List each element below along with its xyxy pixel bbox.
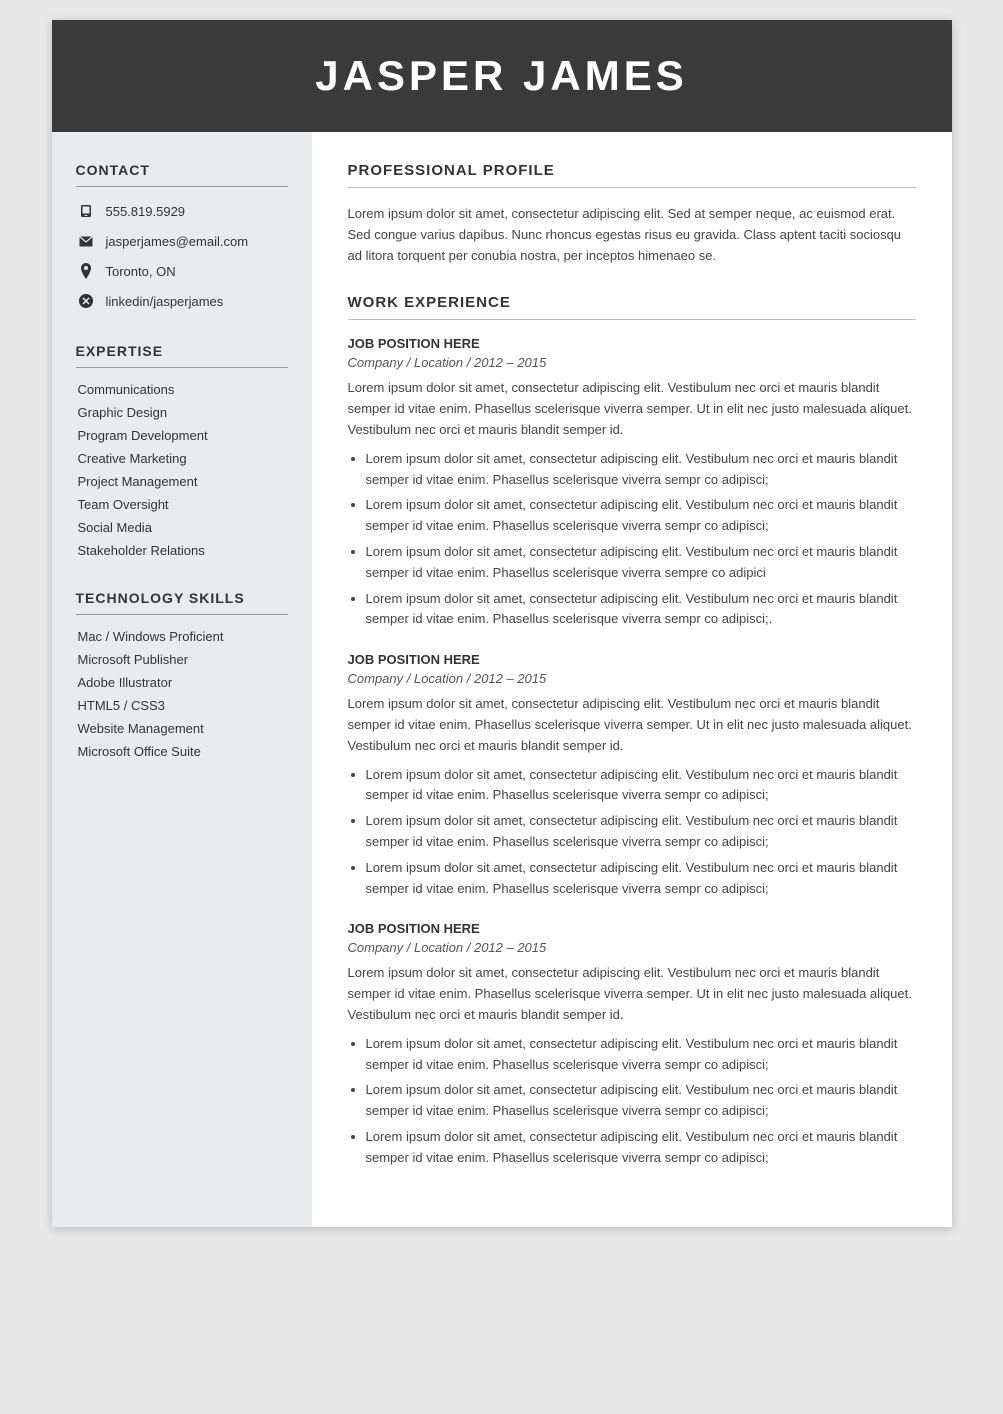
- expertise-item: Creative Marketing: [76, 451, 288, 466]
- job-block-3: JOB POSITION HERE Company / Location / 2…: [348, 921, 916, 1168]
- job-title-2: JOB POSITION HERE: [348, 652, 916, 667]
- tech-item: Microsoft Office Suite: [76, 744, 288, 759]
- job-block-1: JOB POSITION HERE Company / Location / 2…: [348, 336, 916, 630]
- contact-title: CONTACT: [76, 162, 288, 178]
- phone-text: 555.819.5929: [106, 204, 186, 219]
- bullet-item: Lorem ipsum dolor sit amet, consectetur …: [366, 811, 916, 853]
- job-block-2: JOB POSITION HERE Company / Location / 2…: [348, 652, 916, 899]
- bullet-item: Lorem ipsum dolor sit amet, consectetur …: [366, 858, 916, 900]
- phone-item: 555.819.5929: [76, 201, 288, 221]
- email-icon: [76, 231, 96, 251]
- work-experience-divider: [348, 319, 916, 320]
- bullet-item: Lorem ipsum dolor sit amet, consectetur …: [366, 1080, 916, 1122]
- expertise-item: Communications: [76, 382, 288, 397]
- email-item: jasperjames@email.com: [76, 231, 288, 251]
- expertise-item: Program Development: [76, 428, 288, 443]
- bullet-item: Lorem ipsum dolor sit amet, consectetur …: [366, 1127, 916, 1169]
- linkedin-item: linkedin/jasperjames: [76, 291, 288, 311]
- contact-divider: [76, 186, 288, 187]
- bullet-item: Lorem ipsum dolor sit amet, consectetur …: [366, 1034, 916, 1076]
- job-bullets-3: Lorem ipsum dolor sit amet, consectetur …: [348, 1034, 916, 1169]
- location-icon: [76, 261, 96, 281]
- job-desc-2: Lorem ipsum dolor sit amet, consectetur …: [348, 694, 916, 756]
- bullet-item: Lorem ipsum dolor sit amet, consectetur …: [366, 542, 916, 584]
- sidebar: CONTACT 555.819.5929: [52, 132, 312, 1227]
- job-bullets-2: Lorem ipsum dolor sit amet, consectetur …: [348, 765, 916, 900]
- tech-item: Website Management: [76, 721, 288, 736]
- bullet-item: Lorem ipsum dolor sit amet, consectetur …: [366, 765, 916, 807]
- contact-section: CONTACT 555.819.5929: [76, 162, 288, 311]
- resume-body: CONTACT 555.819.5929: [52, 132, 952, 1227]
- expertise-item: Project Management: [76, 474, 288, 489]
- location-item: Toronto, ON: [76, 261, 288, 281]
- expertise-item: Social Media: [76, 520, 288, 535]
- profile-divider: [348, 187, 916, 188]
- tech-item: Adobe Illustrator: [76, 675, 288, 690]
- candidate-name: JASPER JAMES: [72, 52, 932, 100]
- technology-title: TECHNOLOGY SKILLS: [76, 590, 288, 606]
- expertise-item: Graphic Design: [76, 405, 288, 420]
- expertise-item: Team Oversight: [76, 497, 288, 512]
- profile-title: PROFESSIONAL PROFILE: [348, 162, 916, 179]
- resume-document: JASPER JAMES CONTACT 555.819.5929: [52, 20, 952, 1227]
- job-title-3: JOB POSITION HERE: [348, 921, 916, 936]
- location-text: Toronto, ON: [106, 264, 176, 279]
- main-content: PROFESSIONAL PROFILE Lorem ipsum dolor s…: [312, 132, 952, 1227]
- job-company-3: Company / Location / 2012 – 2015: [348, 940, 916, 955]
- work-experience-section: WORK EXPERIENCE JOB POSITION HERE Compan…: [348, 294, 916, 1168]
- job-title-1: JOB POSITION HERE: [348, 336, 916, 351]
- email-text: jasperjames@email.com: [106, 234, 249, 249]
- job-desc-1: Lorem ipsum dolor sit amet, consectetur …: [348, 378, 916, 440]
- tech-item: Mac / Windows Proficient: [76, 629, 288, 644]
- tech-item: Microsoft Publisher: [76, 652, 288, 667]
- profile-text: Lorem ipsum dolor sit amet, consectetur …: [348, 204, 916, 266]
- linkedin-icon: [76, 291, 96, 311]
- technology-divider: [76, 614, 288, 615]
- bullet-item: Lorem ipsum dolor sit amet, consectetur …: [366, 449, 916, 491]
- job-desc-3: Lorem ipsum dolor sit amet, consectetur …: [348, 963, 916, 1025]
- job-bullets-1: Lorem ipsum dolor sit amet, consectetur …: [348, 449, 916, 630]
- tech-item: HTML5 / CSS3: [76, 698, 288, 713]
- phone-icon: [76, 201, 96, 221]
- job-company-1: Company / Location / 2012 – 2015: [348, 355, 916, 370]
- expertise-title: EXPERTISE: [76, 343, 288, 359]
- job-company-2: Company / Location / 2012 – 2015: [348, 671, 916, 686]
- resume-header: JASPER JAMES: [52, 20, 952, 132]
- expertise-section: EXPERTISE Communications Graphic Design …: [76, 343, 288, 558]
- expertise-item: Stakeholder Relations: [76, 543, 288, 558]
- expertise-divider: [76, 367, 288, 368]
- bullet-item: Lorem ipsum dolor sit amet, consectetur …: [366, 589, 916, 631]
- work-experience-title: WORK EXPERIENCE: [348, 294, 916, 311]
- linkedin-text: linkedin/jasperjames: [106, 294, 224, 309]
- profile-section: PROFESSIONAL PROFILE Lorem ipsum dolor s…: [348, 162, 916, 266]
- bullet-item: Lorem ipsum dolor sit amet, consectetur …: [366, 495, 916, 537]
- technology-section: TECHNOLOGY SKILLS Mac / Windows Proficie…: [76, 590, 288, 759]
